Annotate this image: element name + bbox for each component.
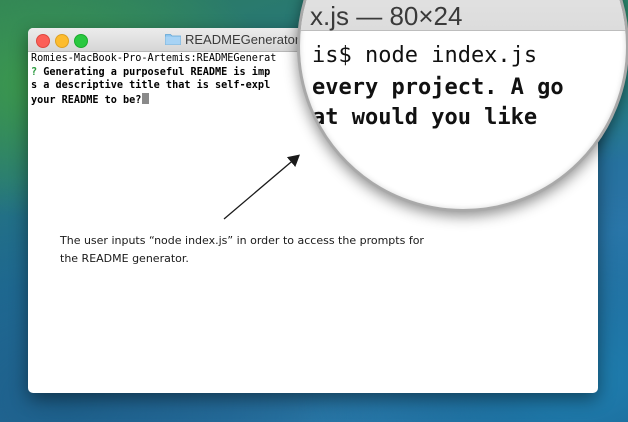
- folder-icon: [165, 34, 181, 45]
- annotation-text: The user inputs “node index.js” in order…: [60, 234, 424, 265]
- close-icon[interactable]: [36, 34, 50, 48]
- maximize-icon[interactable]: [74, 34, 88, 48]
- text-cursor: [142, 92, 150, 104]
- terminal-line-1: Romies-MacBook-Pro-Artemis:READMEGenerat: [31, 53, 277, 64]
- terminal-line-3: s a descriptive title that is self-expl: [31, 80, 271, 91]
- magnified-text-line-2: every project. A go: [312, 75, 564, 100]
- minimize-icon[interactable]: [55, 34, 69, 48]
- window-title: READMEGenerator: [185, 32, 300, 47]
- terminal-line-4: your README to be?: [31, 94, 142, 106]
- magnified-text-line-3: at would you like: [312, 105, 538, 130]
- magnified-command-line: is$ node index.js: [312, 43, 538, 68]
- terminal-line-2: Generating a purposeful README is imp: [37, 66, 271, 78]
- magnified-title: x.js — 80×24: [310, 1, 463, 31]
